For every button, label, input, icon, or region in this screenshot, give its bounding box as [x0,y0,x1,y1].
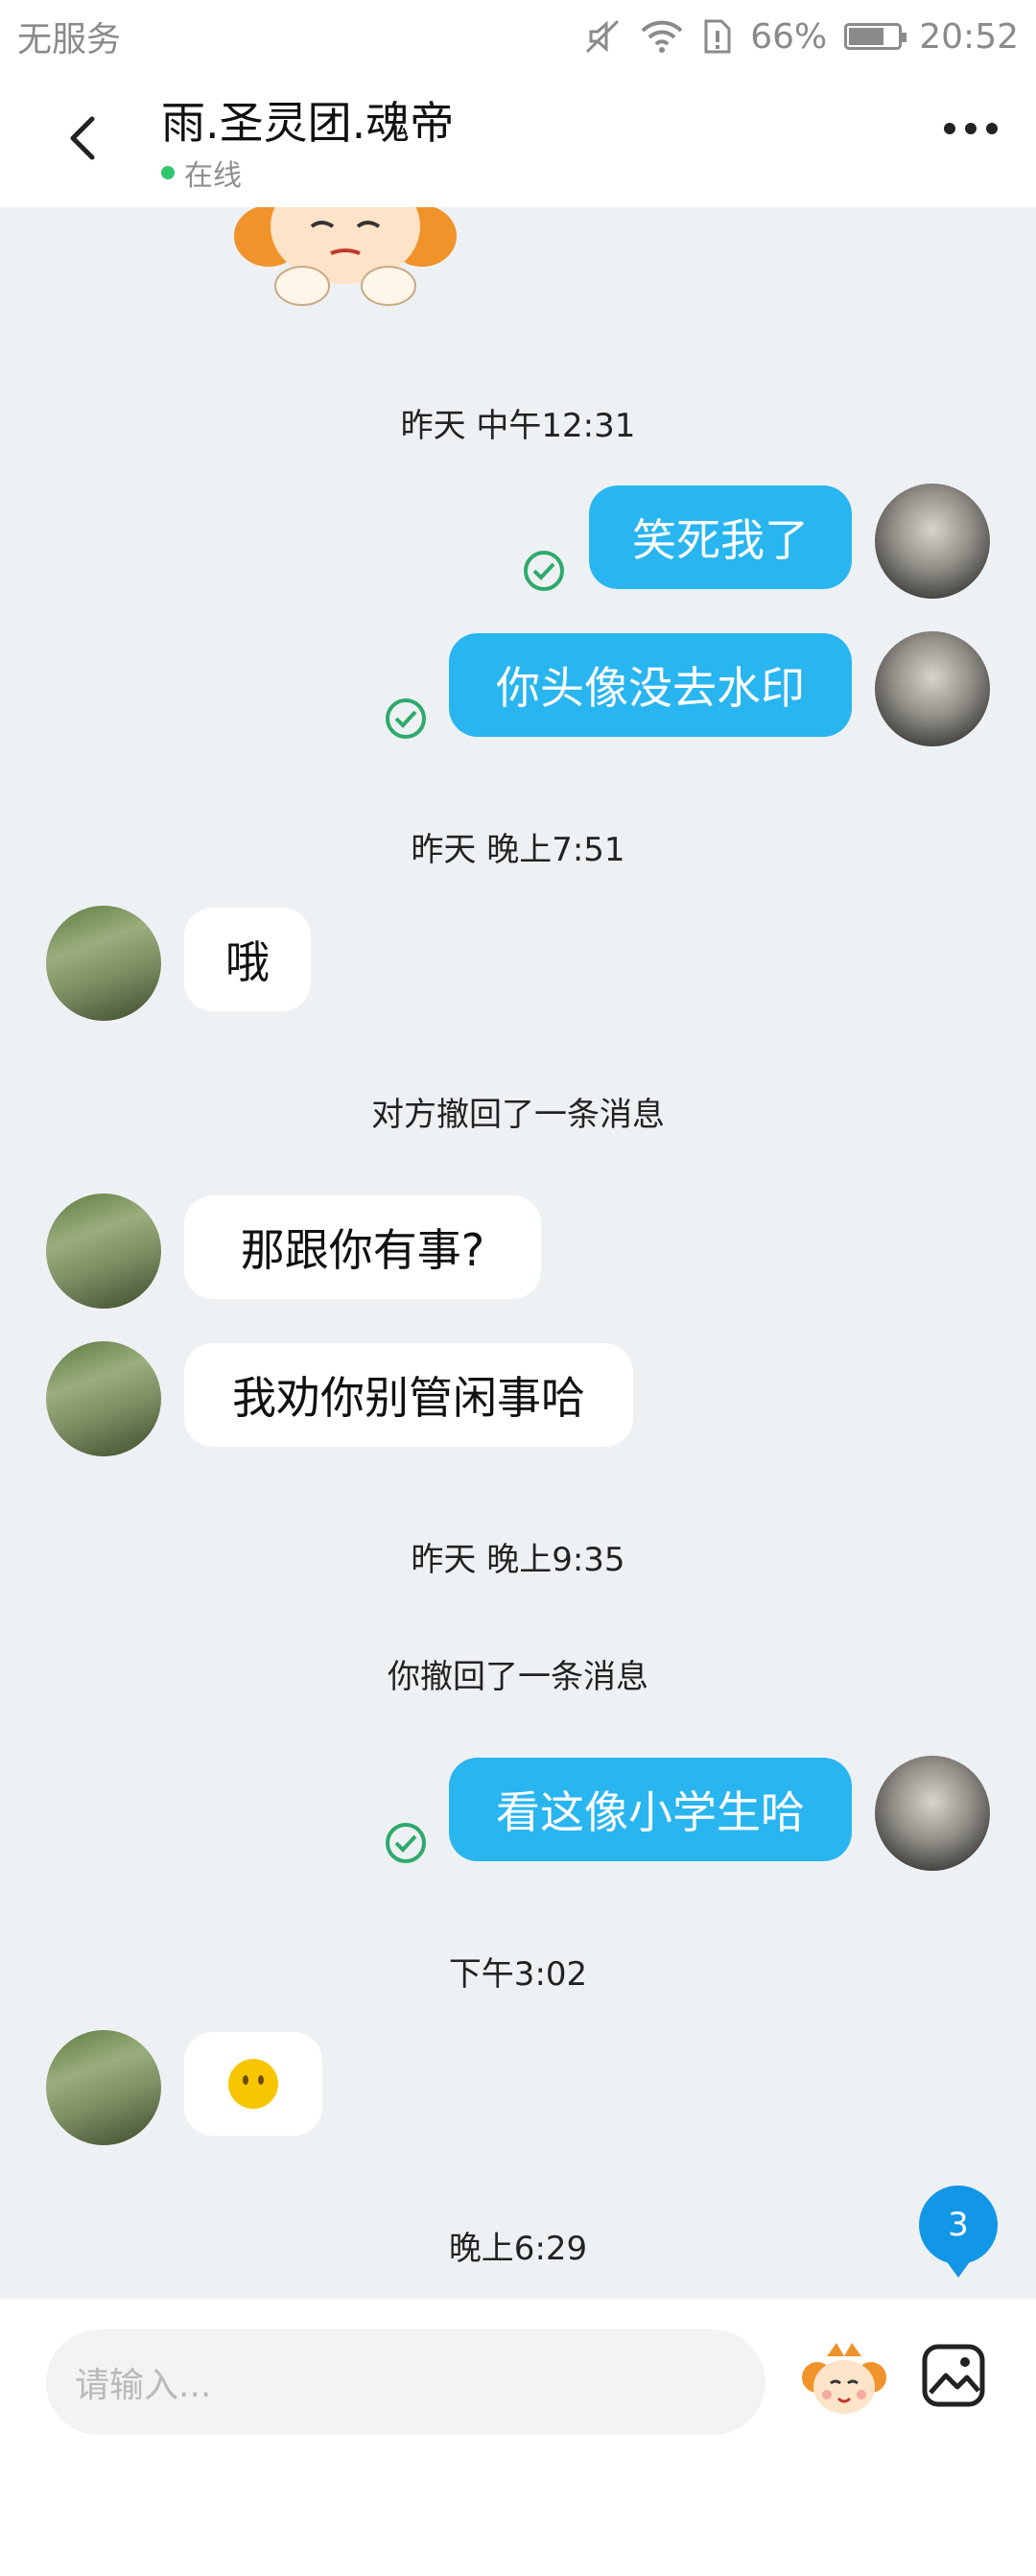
online-status-label: 在线 [184,159,242,193]
back-button[interactable] [56,109,113,167]
recall-notice: 对方撤回了一条消息 [371,1096,665,1134]
clock: 20:52 [919,16,1019,57]
battery-percent: 66% [750,16,828,57]
timestamp: 昨天 中午12:31 [400,407,636,445]
chat-header: 雨.圣灵团.魂帝 在线 [0,73,1036,207]
online-dot-icon [161,166,175,179]
battery-icon [844,23,907,50]
my-avatar[interactable] [875,1756,990,1871]
read-check-icon [386,698,426,739]
message-list[interactable]: 昨天 中午12:31 笑死我了 你头像没去水印 昨天 晚上7:51 哦 对方撤回… [0,207,1036,2299]
message-bubble-outgoing[interactable]: 看这像小学生哈 [449,1758,852,1861]
contact-avatar[interactable] [46,906,161,1021]
emoji-icon [228,2059,278,2109]
recall-notice: 你撤回了一条消息 [388,1658,648,1696]
image-icon [922,2344,985,2407]
read-check-icon [386,1823,426,1863]
mascot-sticker-icon [802,2343,886,2414]
sticker-image[interactable] [221,207,470,313]
timestamp: 昨天 晚上7:51 [411,831,625,869]
message-bubble-incoming[interactable]: 哦 [184,908,311,1011]
contact-avatar[interactable] [46,1341,161,1456]
message-bubble-outgoing[interactable]: 笑死我了 [589,485,852,589]
message-input[interactable]: 请输入... [46,2329,765,2435]
my-avatar[interactable] [875,484,990,599]
more-dot-icon [944,123,955,134]
sim-icon [702,17,733,56]
my-avatar[interactable] [875,631,990,746]
timestamp: 晚上6:29 [448,2230,588,2268]
chevron-left-icon [70,116,95,160]
read-check-icon [524,551,564,591]
timestamp: 昨天 晚上9:35 [411,1541,625,1579]
message-bubble-outgoing[interactable]: 你头像没去水印 [449,633,852,737]
mute-icon [583,17,622,56]
carrier-label: 无服务 [17,20,122,59]
sticker-button[interactable] [798,2335,890,2427]
wifi-icon [639,17,685,56]
more-button[interactable] [944,123,998,134]
image-button[interactable] [919,2341,988,2410]
status-bar: 无服务 66% 20:52 [0,0,1036,73]
timestamp: 下午3:02 [448,1955,588,1994]
unread-count-badge[interactable]: 3 [919,2186,998,2278]
message-bubble-incoming[interactable]: 我劝你别管闲事哈 [184,1343,633,1447]
contact-avatar[interactable] [46,1193,161,1309]
message-bubble-incoming[interactable] [184,2032,322,2136]
input-bar: 请输入... [0,2299,1036,2576]
message-bubble-incoming[interactable]: 那跟你有事? [184,1195,541,1299]
status-icons: 66% 20:52 [583,17,1019,57]
contact-avatar[interactable] [46,2030,161,2145]
contact-name: 雨.圣灵团.魂帝 [161,97,455,149]
online-status: 在线 [161,152,242,194]
more-dot-icon [986,123,998,134]
more-dot-icon [965,123,977,134]
